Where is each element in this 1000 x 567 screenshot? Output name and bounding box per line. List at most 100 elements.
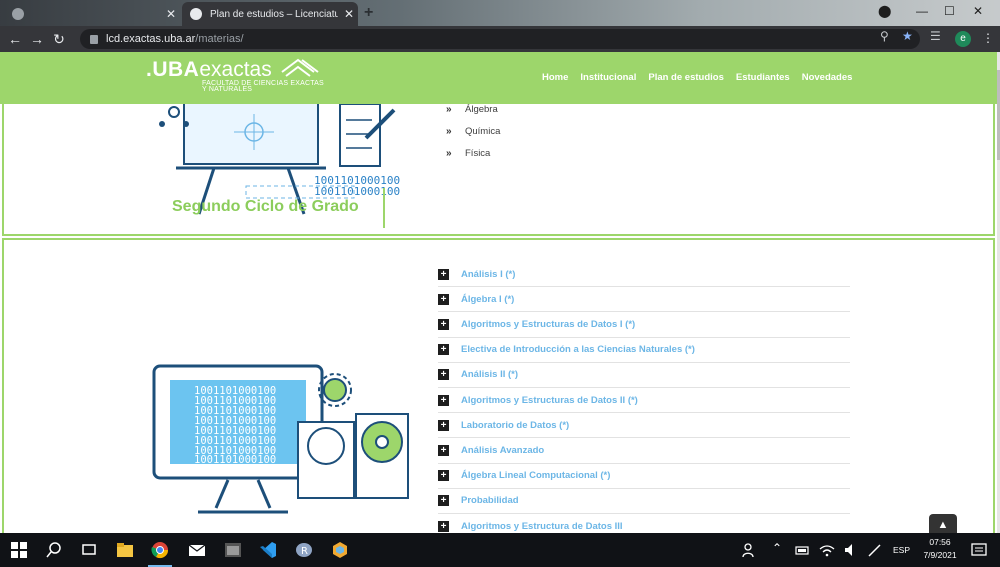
forward-arrow-icon[interactable]: →	[26, 31, 48, 47]
reading-list-icon[interactable]: ☰	[930, 29, 941, 43]
accordion-row[interactable]: + Probabilidad	[438, 489, 850, 514]
accordion-row[interactable]: + Algoritmos y Estructuras de Datos II (*…	[438, 388, 850, 414]
media-control-icon[interactable]: ⬤	[878, 4, 891, 18]
course-label[interactable]: Probabilidad	[461, 495, 519, 506]
people-icon[interactable]	[740, 541, 758, 559]
course-label[interactable]: Algoritmos y Estructura de Datos III	[461, 521, 623, 532]
terminal-icon[interactable]	[224, 541, 242, 559]
list-item-label: Álgebra	[465, 103, 498, 115]
notifications-icon[interactable]	[970, 541, 988, 559]
file-explorer-icon[interactable]	[116, 541, 134, 559]
bookmark-star-icon[interactable]: ★	[902, 29, 913, 43]
course-label[interactable]: Laboratorio de Datos (*)	[461, 420, 569, 431]
course-label[interactable]: Álgebra Lineal Computacional (*)	[461, 470, 610, 481]
section-heading: Segundo Ciclo de Grado	[172, 198, 359, 215]
url-host: lcd.exactas.uba.ar	[106, 33, 196, 45]
nav-plan-de-estudios[interactable]: Plan de estudios	[648, 72, 724, 83]
whiteboard-illustration: 1001101000100 1001101000100	[159, 104, 400, 215]
vscode-icon[interactable]	[259, 541, 277, 559]
nav-estudiantes[interactable]: Estudiantes	[736, 72, 790, 83]
app-cube-icon[interactable]	[331, 541, 349, 559]
menu-kebab-icon[interactable]: ⋮	[982, 31, 994, 45]
clock-time[interactable]: 07:56	[922, 537, 958, 547]
expand-plus-icon[interactable]: +	[438, 444, 449, 456]
heading-accent-bar	[383, 188, 385, 228]
tab-title: Plan de estudios – Licenciatura e	[210, 8, 338, 20]
page-favicon-icon	[190, 8, 202, 20]
back-arrow-icon[interactable]: ←	[4, 31, 26, 47]
primer-ciclo-list: » Álgebra » Química » Física	[446, 98, 500, 164]
minimize-button[interactable]: —	[916, 4, 928, 18]
chevron-up-icon[interactable]: ⌃	[772, 541, 782, 555]
windows-taskbar: R ⌃ ESP 07:56 7/9/2021	[0, 533, 1000, 567]
expand-plus-icon[interactable]: +	[438, 419, 449, 431]
clock-date[interactable]: 7/9/2021	[918, 550, 962, 560]
browser-toolbar: ← → ↻ lcd.exactas.uba.ar /materias/ ⚲ ★ …	[0, 26, 1000, 52]
expand-plus-icon[interactable]: +	[438, 318, 449, 330]
expand-plus-icon[interactable]: +	[438, 495, 449, 507]
reload-icon[interactable]: ↻	[48, 31, 70, 48]
task-view-icon[interactable]	[80, 541, 98, 559]
course-label[interactable]: Análisis I (*)	[461, 269, 515, 280]
language-indicator[interactable]: ESP	[893, 545, 910, 555]
double-chevron-icon: »	[446, 147, 452, 159]
wifi-icon[interactable]	[818, 541, 836, 559]
accordion-row[interactable]: + Álgebra Lineal Computacional (*)	[438, 464, 850, 489]
nav-novedades[interactable]: Novedades	[802, 72, 853, 83]
expand-plus-icon[interactable]: +	[438, 520, 449, 532]
browser-tab-active[interactable]: Plan de estudios – Licenciatura e ✕	[182, 2, 358, 26]
main-nav: Home Institucional Plan de estudios Estu…	[542, 72, 864, 83]
binary-line: 1001101000100	[194, 454, 276, 466]
section-primer-ciclo: 1001101000100 1001101000100 » Álgebra » Qu…	[2, 104, 995, 236]
course-label[interactable]: Electiva de Introducción a las Ciencias …	[461, 344, 695, 355]
course-label[interactable]: Análisis Avanzado	[461, 445, 544, 456]
accordion-row[interactable]: + Análisis Avanzado	[438, 438, 850, 464]
expand-plus-icon[interactable]: +	[438, 394, 449, 406]
address-bar[interactable]: lcd.exactas.uba.ar /materias/	[80, 29, 920, 49]
course-label[interactable]: Algoritmos y Estructuras de Datos II (*)	[461, 395, 638, 406]
course-label[interactable]: Álgebra I (*)	[461, 294, 514, 305]
nav-institucional[interactable]: Institucional	[580, 72, 636, 83]
pen-icon[interactable]	[866, 541, 884, 559]
accordion-row[interactable]: + Álgebra I (*)	[438, 287, 850, 313]
course-label[interactable]: Algoritmos y Estructuras de Datos I (*)	[461, 319, 635, 330]
close-tab-icon[interactable]: ✕	[344, 7, 354, 21]
expand-plus-icon[interactable]: +	[438, 470, 449, 482]
profile-avatar[interactable]: e	[955, 31, 971, 47]
expand-plus-icon[interactable]: +	[438, 268, 449, 280]
list-item[interactable]: » Química	[446, 120, 500, 142]
zoom-icon[interactable]: ⚲	[880, 29, 889, 43]
close-tab-icon[interactable]: ✕	[166, 7, 176, 21]
expand-plus-icon[interactable]: +	[438, 369, 449, 381]
lock-icon	[90, 34, 98, 44]
browser-tab[interactable]: ✕	[0, 2, 180, 26]
list-item-label: Física	[465, 147, 491, 159]
new-tab-button[interactable]: +	[364, 4, 373, 22]
windows-start-icon[interactable]	[10, 541, 28, 559]
url-path: /materias/	[195, 33, 244, 45]
list-item-label: Química	[465, 125, 501, 137]
expand-plus-icon[interactable]: +	[438, 293, 449, 305]
r-language-icon[interactable]: R	[295, 541, 313, 559]
list-item[interactable]: » Álgebra	[446, 98, 500, 120]
accordion-row[interactable]: + Algoritmos y Estructuras de Datos I (*)	[438, 312, 850, 338]
search-icon[interactable]	[45, 541, 63, 559]
accordion-row[interactable]: + Electiva de Introducción a las Ciencias…	[438, 338, 850, 363]
expand-plus-icon[interactable]: +	[438, 344, 449, 356]
nav-home[interactable]: Home	[542, 72, 568, 83]
volume-icon[interactable]	[842, 541, 860, 559]
mail-icon[interactable]	[188, 541, 206, 559]
accordion-row[interactable]: + Laboratorio de Datos (*)	[438, 413, 850, 439]
computer-illustration: 1001101000100 1001101000100 100110100010…	[152, 364, 409, 514]
list-item[interactable]: » Física	[446, 142, 500, 164]
binary-line: 1001101000100	[314, 185, 400, 198]
accordion-row[interactable]: + Análisis II (*)	[438, 363, 850, 388]
course-label[interactable]: Análisis II (*)	[461, 369, 518, 380]
double-chevron-icon: »	[446, 125, 452, 137]
chrome-icon[interactable]	[151, 541, 169, 559]
maximize-button[interactable]: ☐	[944, 4, 955, 18]
accordion-row[interactable]: + Análisis I (*)	[438, 262, 850, 288]
battery-icon[interactable]	[794, 541, 812, 559]
github-icon	[12, 8, 24, 20]
close-window-button[interactable]: ✕	[973, 4, 983, 18]
